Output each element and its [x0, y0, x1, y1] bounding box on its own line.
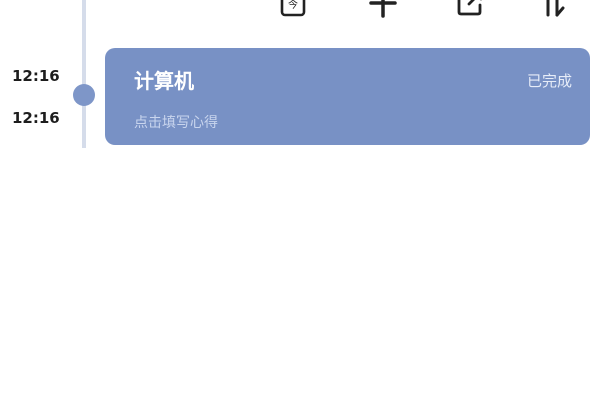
task-title: 计算机	[134, 69, 194, 93]
sort-button[interactable]	[536, 0, 570, 20]
task-card[interactable]: 计算机 已完成 点击填写心得	[105, 48, 590, 145]
calendar-today-icon: 今	[280, 0, 306, 17]
task-status-badge: 已完成	[526, 72, 572, 90]
top-toolbar: 今	[0, 0, 600, 22]
task-note-prompt[interactable]: 点击填写心得	[134, 112, 218, 132]
sort-icon	[546, 0, 565, 17]
timeline-page: 今 12:16 12:16 计算机 已完成 点击填写心得	[0, 0, 600, 400]
share-export-icon	[457, 0, 482, 16]
timeline-line	[82, 0, 86, 148]
task-end-time: 12:16	[12, 109, 60, 127]
task-start-time: 12:16	[12, 67, 60, 85]
today-button[interactable]: 今	[276, 0, 310, 20]
today-glyph: 今	[288, 0, 298, 11]
plus-icon	[369, 0, 397, 18]
timeline-node	[73, 84, 95, 106]
share-button[interactable]	[453, 0, 487, 20]
add-button[interactable]	[366, 0, 400, 20]
